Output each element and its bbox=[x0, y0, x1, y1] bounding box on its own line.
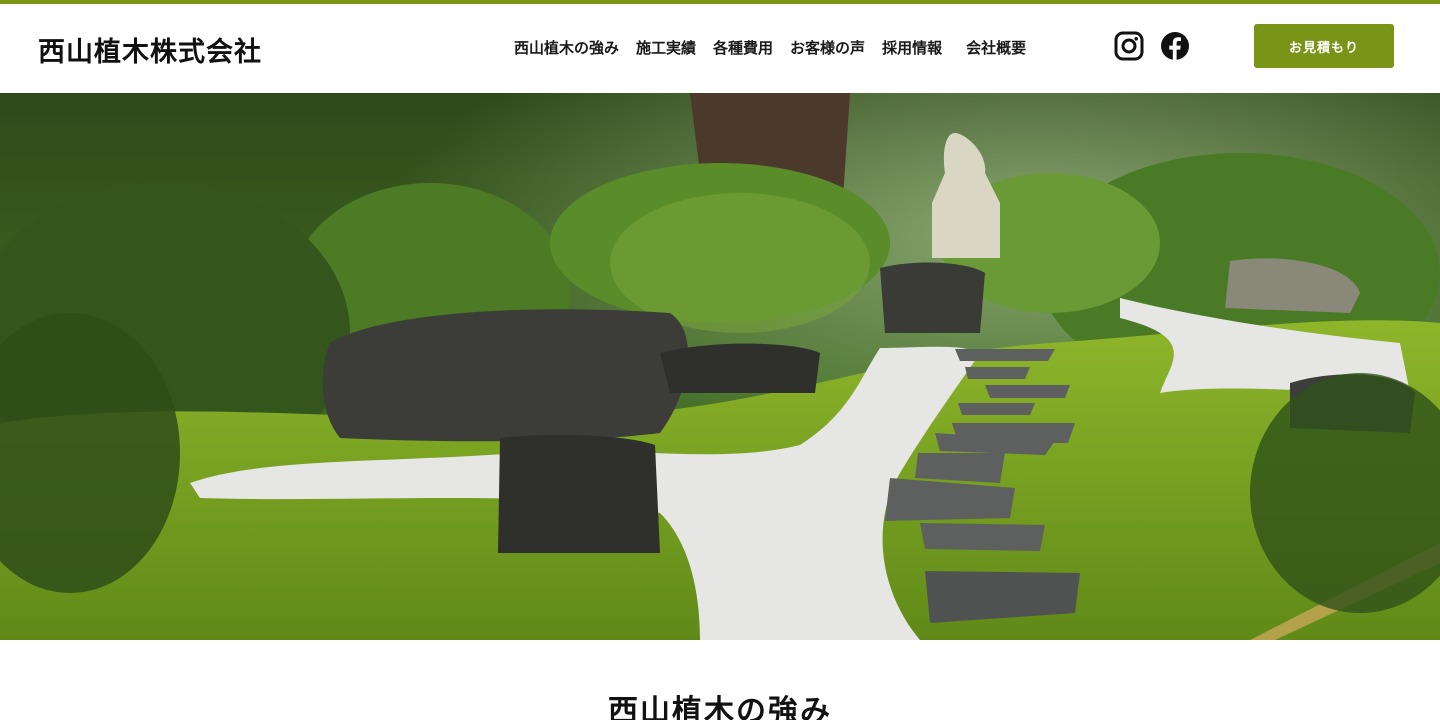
main-nav: 西山植木の強み 施工実績 各種費用 お客様の声 採用情報 会社概要 bbox=[514, 37, 1026, 58]
site-logo[interactable]: 西山植木株式会社 bbox=[38, 30, 262, 69]
section-title-strengths: 西山植木の強み bbox=[608, 694, 832, 720]
facebook-icon[interactable] bbox=[1160, 31, 1190, 61]
nav-item-recruit[interactable]: 採用情報 bbox=[882, 37, 942, 58]
nav-item-strengths[interactable]: 西山植木の強み bbox=[514, 37, 619, 58]
site-header: 西山植木株式会社 西山植木の強み 施工実績 各種費用 お客様の声 採用情報 会社… bbox=[0, 4, 1440, 93]
instagram-icon[interactable] bbox=[1114, 31, 1144, 61]
nav-item-works[interactable]: 施工実績 bbox=[636, 37, 696, 58]
nav-item-costs[interactable]: 各種費用 bbox=[713, 37, 773, 58]
estimate-button[interactable]: お見積もり bbox=[1254, 24, 1394, 68]
nav-item-voices[interactable]: お客様の声 bbox=[790, 37, 865, 58]
nav-item-company[interactable]: 会社概要 bbox=[966, 37, 1026, 58]
hero-garden-image bbox=[0, 93, 1440, 640]
